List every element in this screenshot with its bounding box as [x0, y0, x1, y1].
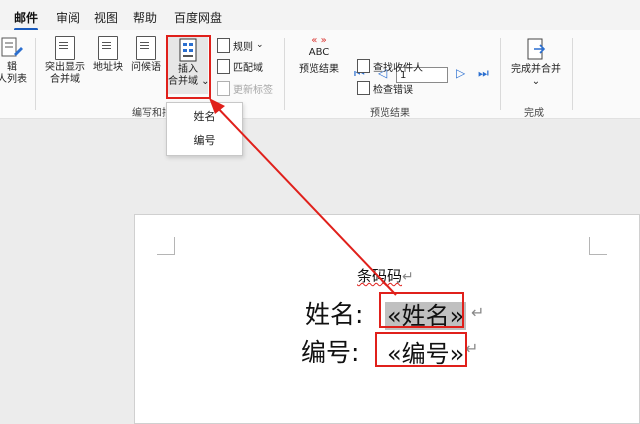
- name-field-wrapper: «姓名»: [385, 296, 467, 331]
- last-record-icon[interactable]: ⏭: [478, 66, 489, 81]
- update-labels-label: 更新标签: [233, 84, 273, 96]
- update-labels-icon: [217, 80, 230, 96]
- chevron-down-icon: ⌄: [198, 76, 210, 87]
- update-labels-button[interactable]: 更新标签: [217, 79, 273, 97]
- highlight-fields-icon: [55, 36, 75, 60]
- find-recipient-label: 查找收件人: [373, 62, 423, 74]
- barcode-line: 条码码↵: [357, 265, 414, 286]
- paragraph-mark: ↵: [402, 269, 414, 285]
- ribbon: 辑 人列表 突出显示 合并域 地址块 问候语 插入 合并域 ⌄ 规则 ⌄ 匹配域…: [0, 30, 640, 119]
- group-separator: [500, 38, 501, 110]
- name-label: 姓名:: [305, 300, 364, 329]
- address-block-icon: [98, 36, 118, 60]
- number-line: 编号:: [301, 333, 359, 369]
- crop-mark-top-right: [589, 237, 607, 255]
- finish-merge-label: 完成并合并: [511, 64, 561, 75]
- address-block-label: 地址块: [93, 62, 123, 73]
- highlight-fields-label-2: 合并域: [50, 74, 80, 85]
- group-label-finish: 完成: [524, 108, 544, 119]
- edit-list-label-1: 辑: [7, 62, 17, 73]
- group-separator: [35, 38, 36, 110]
- tab-mailings[interactable]: 邮件: [14, 9, 39, 31]
- group-separator: [284, 38, 285, 110]
- edit-list-label-2: 人列表: [0, 74, 27, 85]
- next-record-icon[interactable]: ▷: [456, 66, 465, 80]
- highlight-merge-fields-button[interactable]: 突出显示 合并域: [42, 36, 88, 86]
- greeting-line-label: 问候语: [131, 62, 161, 73]
- insert-field-icon: [179, 38, 197, 62]
- preview-results-button[interactable]: « » ABC 预览结果: [294, 36, 344, 76]
- insert-field-label-1: 插入: [178, 64, 198, 75]
- match-fields-label: 匹配域: [233, 62, 263, 74]
- ribbon-tab-bar: 邮件 审阅 视图 帮助 百度网盘: [0, 0, 640, 31]
- tab-review[interactable]: 审阅: [56, 9, 80, 26]
- tab-view[interactable]: 视图: [94, 9, 118, 26]
- match-fields-icon: [217, 58, 230, 74]
- document-page[interactable]: 条码码↵ 姓名: «姓名» ↵ 编号: «编号» ↵: [134, 214, 640, 424]
- crop-mark-top-left: [157, 237, 175, 255]
- insert-field-label-2-text: 合并域: [168, 76, 198, 87]
- preview-results-label: 预览结果: [299, 64, 339, 75]
- check-errors-button[interactable]: 检查错误: [357, 79, 413, 97]
- rules-button[interactable]: 规则 ⌄: [217, 36, 264, 54]
- finish-and-merge-button[interactable]: 完成并合并 ⌄: [506, 36, 566, 88]
- rules-icon: [217, 37, 230, 53]
- address-block-button[interactable]: 地址块: [90, 36, 126, 74]
- check-errors-icon: [357, 81, 370, 95]
- greeting-line-icon: [136, 36, 156, 60]
- finish-merge-icon: [527, 38, 546, 60]
- find-recipient-icon: [357, 59, 370, 73]
- group-label-preview: 预览结果: [370, 108, 410, 119]
- paragraph-mark: ↵: [471, 303, 485, 322]
- edit-recipient-list-button[interactable]: 辑 人列表: [0, 36, 28, 86]
- number-merge-field[interactable]: «编号»: [387, 340, 464, 368]
- dropdown-item-name[interactable]: 姓名: [167, 107, 242, 127]
- paragraph-mark: ↵: [465, 339, 479, 358]
- name-merge-field[interactable]: «姓名»: [385, 302, 467, 330]
- match-fields-button[interactable]: 匹配域: [217, 57, 263, 75]
- number-field-wrapper: «编号»: [387, 334, 464, 369]
- rules-label: 规则: [233, 41, 253, 53]
- highlight-fields-label-1: 突出显示: [45, 62, 85, 73]
- find-recipient-button[interactable]: 查找收件人: [357, 57, 423, 75]
- tab-help[interactable]: 帮助: [133, 9, 157, 26]
- preview-abc-text: ABC: [308, 47, 330, 58]
- group-separator: [572, 38, 573, 110]
- tab-baidu-netdisk[interactable]: 百度网盘: [174, 9, 222, 26]
- chevron-down-icon: ⌄: [531, 76, 541, 87]
- insert-merge-field-button[interactable]: 插入 合并域 ⌄: [168, 36, 210, 94]
- check-errors-label: 检查错误: [373, 84, 413, 96]
- name-line: 姓名:: [305, 295, 363, 331]
- edit-list-icon: [1, 37, 23, 57]
- barcode-label: 条码码: [357, 267, 403, 285]
- chevron-down-icon: ⌄: [256, 40, 264, 50]
- preview-arrows-icon: « »: [311, 35, 327, 46]
- dropdown-item-number[interactable]: 编号: [167, 131, 242, 151]
- merge-field-dropdown: 姓名 编号: [166, 102, 243, 156]
- insert-field-label-2: 合并域 ⌄: [168, 76, 210, 88]
- greeting-line-button[interactable]: 问候语: [128, 36, 164, 74]
- number-label: 编号:: [301, 338, 360, 367]
